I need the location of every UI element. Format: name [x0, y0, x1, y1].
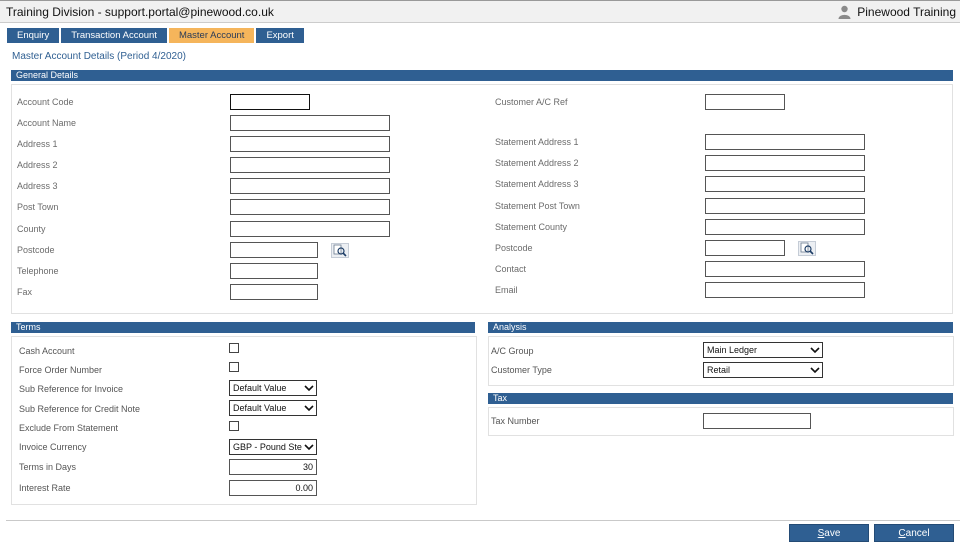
cash-account-label: Cash Account: [19, 346, 75, 356]
ac-group-value: Main Ledger: [707, 345, 758, 355]
stmt-postcode-lookup-icon[interactable]: [798, 241, 816, 256]
stmt-address1-input[interactable]: [705, 134, 865, 150]
stmt-post-town-label: Statement Post Town: [495, 201, 580, 211]
stmt-address3-label: Statement Address 3: [495, 179, 579, 189]
account-name-label: Account Name: [17, 118, 77, 128]
user-name: Pinewood Training: [857, 5, 956, 19]
force-order-label: Force Order Number: [19, 365, 103, 375]
footer-divider: [6, 520, 960, 521]
sub-ref-invoice-label: Sub Reference for Invoice: [19, 384, 124, 394]
sub-ref-invoice-value: Default Value: [233, 383, 287, 393]
address3-label: Address 3: [17, 181, 58, 191]
cash-account-checkbox[interactable]: [229, 343, 239, 353]
stmt-address2-input[interactable]: [705, 155, 865, 171]
customer-ref-label: Customer A/C Ref: [495, 97, 568, 107]
address2-label: Address 2: [17, 160, 58, 170]
account-code-label: Account Code: [17, 97, 74, 107]
customer-ref-input[interactable]: [705, 94, 785, 110]
stmt-address3-input[interactable]: [705, 176, 865, 192]
stmt-county-label: Statement County: [495, 222, 568, 232]
tab-export[interactable]: Export: [256, 28, 304, 43]
telephone-input[interactable]: [230, 263, 318, 279]
county-label: County: [17, 224, 46, 234]
sub-ref-credit-label: Sub Reference for Credit Note: [19, 404, 141, 414]
sub-ref-credit-select[interactable]: Default Value: [229, 400, 317, 416]
post-town-label: Post Town: [17, 202, 59, 212]
telephone-label: Telephone: [17, 266, 59, 276]
force-order-checkbox[interactable]: [229, 362, 239, 372]
window-title: Training Division - support.portal@pinew…: [6, 5, 274, 19]
terms-days-label: Terms in Days: [19, 462, 77, 472]
stmt-address2-label: Statement Address 2: [495, 158, 579, 168]
postcode-lookup-icon[interactable]: [331, 243, 349, 258]
sub-ref-credit-value: Default Value: [233, 403, 287, 413]
account-code-input[interactable]: [230, 94, 310, 110]
account-name-input[interactable]: [230, 115, 390, 131]
tax-number-input[interactable]: [703, 413, 811, 429]
contact-input[interactable]: [705, 261, 865, 277]
chevron-down-icon: [304, 403, 314, 413]
interest-rate-input[interactable]: [229, 480, 317, 496]
tab-enquiry[interactable]: Enquiry: [7, 28, 60, 43]
email-input[interactable]: [705, 282, 865, 298]
tax-header: Tax: [488, 393, 953, 404]
ac-group-select[interactable]: Main Ledger: [703, 342, 823, 358]
cancel-rest: ancel: [905, 528, 930, 539]
tab-transaction-account[interactable]: Transaction Account: [61, 28, 167, 43]
tab-bar: Enquiry Transaction Account Master Accou…: [7, 28, 306, 43]
exclude-statement-label: Exclude From Statement: [19, 423, 119, 433]
stmt-postcode-label: Postcode: [495, 243, 533, 253]
cancel-button[interactable]: Cancel: [874, 524, 954, 542]
stmt-county-input[interactable]: [705, 219, 865, 235]
exclude-statement-checkbox[interactable]: [229, 421, 239, 431]
sub-ref-invoice-select[interactable]: Default Value: [229, 380, 317, 396]
chevron-down-icon: [304, 383, 314, 393]
general-details-header: General Details: [11, 70, 953, 81]
customer-type-select[interactable]: Retail: [703, 362, 823, 378]
email-label: Email: [495, 285, 518, 295]
contact-label: Contact: [495, 264, 527, 274]
terms-header: Terms: [11, 322, 475, 333]
post-town-input[interactable]: [230, 199, 390, 215]
chevron-down-icon: [810, 365, 820, 375]
address1-label: Address 1: [17, 139, 58, 149]
address2-input[interactable]: [230, 157, 390, 173]
chevron-down-icon: [810, 345, 820, 355]
address3-input[interactable]: [230, 178, 390, 194]
address1-input[interactable]: [230, 136, 390, 152]
analysis-header: Analysis: [488, 322, 953, 333]
interest-rate-label: Interest Rate: [19, 483, 71, 493]
cancel-accel: C: [898, 528, 906, 539]
title-bar: Training Division - support.portal@pinew…: [0, 0, 960, 23]
invoice-currency-label: Invoice Currency: [19, 442, 87, 452]
tax-number-label: Tax Number: [491, 416, 540, 426]
fax-input[interactable]: [230, 284, 318, 300]
tab-master-account[interactable]: Master Account: [168, 28, 255, 43]
terms-days-input[interactable]: [229, 459, 317, 475]
invoice-currency-value: GBP - Pound Ste: [233, 442, 302, 452]
postcode-input[interactable]: [230, 242, 318, 258]
chevron-down-icon: [304, 442, 314, 452]
stmt-address1-label: Statement Address 1: [495, 137, 579, 147]
stmt-postcode-input[interactable]: [705, 240, 785, 256]
postcode-label: Postcode: [17, 245, 55, 255]
user-icon: [838, 5, 851, 19]
ac-group-label: A/C Group: [491, 346, 534, 356]
save-rest: ave: [824, 528, 841, 539]
customer-type-value: Retail: [707, 365, 731, 375]
stmt-post-town-input[interactable]: [705, 198, 865, 214]
save-button[interactable]: Save: [789, 524, 869, 542]
customer-type-label: Customer Type: [491, 365, 552, 375]
page-title: Master Account Details (Period 4/2020): [12, 51, 186, 62]
fax-label: Fax: [17, 287, 33, 297]
user-menu[interactable]: Pinewood Training: [838, 5, 956, 19]
invoice-currency-select[interactable]: GBP - Pound Ste: [229, 439, 317, 455]
county-input[interactable]: [230, 221, 390, 237]
